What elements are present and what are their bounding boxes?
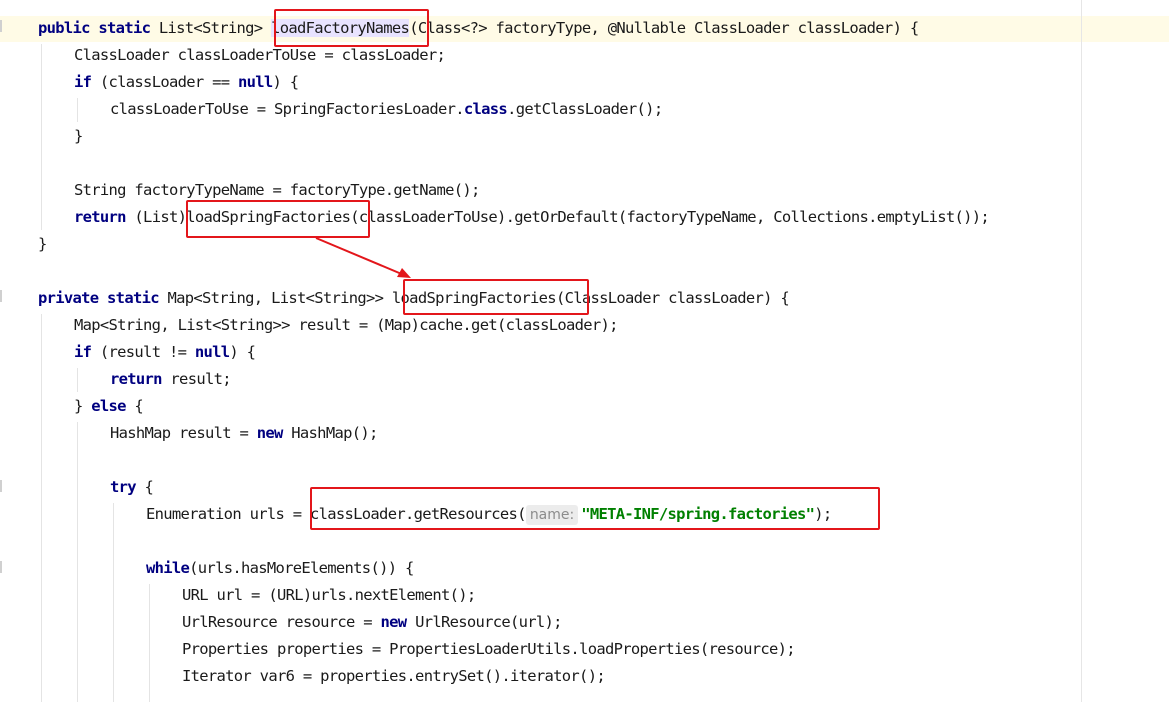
annotation-arrow: [315, 237, 411, 278]
